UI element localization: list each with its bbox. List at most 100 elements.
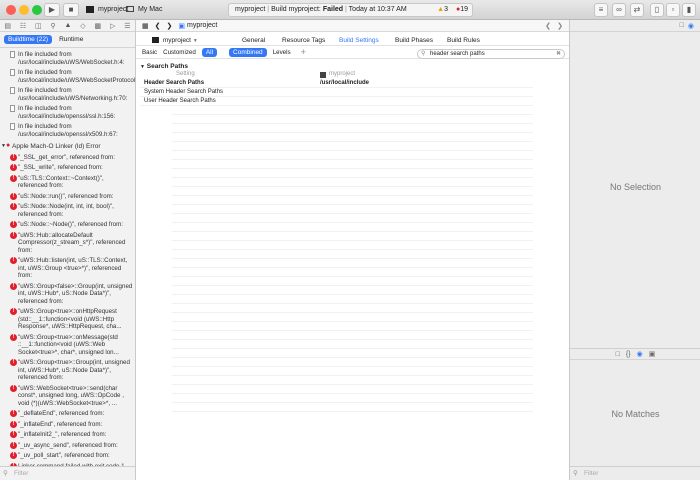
jump-forward-icon[interactable]: ❯ <box>557 22 563 30</box>
jump-warning-icon[interactable]: ❮ <box>545 22 551 30</box>
section-title: Search Paths <box>146 63 188 70</box>
settings-search-input[interactable]: ⚲ header search paths ✖ <box>417 49 565 59</box>
linker-error-item[interactable]: ! "_SSL_get_error", referenced from: <box>0 153 135 164</box>
scope-levels[interactable]: Levels <box>273 49 291 56</box>
linker-error-item[interactable]: ! "_SSL_write", referenced from: <box>0 163 135 174</box>
back-icon[interactable]: ❮ <box>155 22 161 30</box>
scheme-selector[interactable]: myproject <box>86 3 128 17</box>
tab-general[interactable]: General <box>242 37 265 44</box>
empty-row <box>172 286 533 295</box>
issue-note[interactable]: In file included from /usr/local/include… <box>0 86 135 104</box>
quick-help-icon[interactable]: ◉ <box>688 22 694 30</box>
linker-error-item[interactable]: ! "_inflateEnd", referenced from: <box>0 420 135 431</box>
assistant-editor-button[interactable]: ∞ <box>612 3 626 17</box>
target-selector[interactable]: myproject ▼ <box>152 37 198 44</box>
linker-error-item[interactable]: ! "uWS::Group<true>::onHttpRequest (std::… <box>0 307 135 333</box>
source-control-icon[interactable]: ☷ <box>20 22 26 30</box>
code-snippet-icon[interactable]: {} <box>626 351 631 358</box>
run-button[interactable]: ▶ <box>44 3 60 17</box>
toggle-navigator-button[interactable]: ▯ <box>650 3 664 17</box>
issue-note[interactable]: In file included from /usr/local/include… <box>0 122 135 140</box>
setting-row[interactable]: Header Search Paths/usr/local/include <box>140 79 533 88</box>
standard-editor-button[interactable]: ≡ <box>594 3 608 17</box>
issue-note[interactable]: In file included from /usr/local/include… <box>0 104 135 122</box>
error-text: "_SSL_get_error", referenced from: <box>18 153 115 161</box>
tab-runtime[interactable]: Runtime <box>55 35 87 44</box>
linker-error-item[interactable]: ! "uS::Node::~Node()", referenced from: <box>0 220 135 231</box>
toggle-debug-button[interactable]: ▫ <box>666 3 680 17</box>
linker-error-item[interactable]: ! "uWS::WebSocket<true>::send(char const*… <box>0 384 135 410</box>
issue-note-text: In file included from /usr/local/include… <box>18 51 125 66</box>
linker-error-item[interactable]: ! "uWS::Hub::allocateDefault Compressor(z… <box>0 231 135 257</box>
tab-build-rules[interactable]: Build Rules <box>447 37 480 44</box>
clear-search-icon[interactable]: ✖ <box>556 50 561 58</box>
destination-selector[interactable]: My Mac <box>126 3 162 17</box>
empty-row <box>172 133 533 142</box>
stop-button[interactable]: ■ <box>63 3 79 17</box>
toggle-inspector-button[interactable]: ▮ <box>682 3 696 17</box>
section-header[interactable]: ▼ Search Paths <box>136 59 569 70</box>
settings-rows: Header Search Paths/usr/local/include Sys… <box>136 79 569 106</box>
linker-error-item[interactable]: ! "_deflateEnd", referenced from: <box>0 409 135 420</box>
inspector-toolbar: □ ◉ <box>570 20 700 32</box>
empty-row <box>172 160 533 169</box>
library-filter[interactable]: ⚲ Filter <box>570 466 700 480</box>
related-items-icon[interactable]: ▦ <box>142 22 149 30</box>
report-icon[interactable]: ☰ <box>124 22 130 30</box>
linker-error-item[interactable]: ! "_uv_async_send", referenced from: <box>0 441 135 452</box>
file-template-icon[interactable]: □ <box>616 351 620 358</box>
symbol-icon[interactable]: ◫ <box>35 22 42 30</box>
tab-resource-tags[interactable]: Resource Tags <box>282 37 325 44</box>
minimize-window-button[interactable] <box>19 5 29 15</box>
folder-icon[interactable]: ▤ <box>4 22 11 30</box>
breakpoint-icon[interactable]: ▷ <box>110 22 115 30</box>
setting-row[interactable]: System Header Search Paths <box>140 88 533 97</box>
tab-buildtime[interactable]: Buildtime (22) <box>4 35 53 44</box>
linker-error-item[interactable]: ! "uWS::Group<true>::onMessage(std ::__1:… <box>0 333 135 359</box>
test-icon[interactable]: ◇ <box>80 22 85 30</box>
setting-row[interactable]: User Header Search Paths <box>140 97 533 106</box>
issue-group-title: Apple Mach-O Linker (ld) Error <box>12 143 101 150</box>
breadcrumb[interactable]: myproject <box>187 22 217 29</box>
linker-error-item[interactable]: ! "uWS::Hub::listen(int, uS::TLS::Context… <box>0 256 135 282</box>
add-setting-icon[interactable]: + <box>301 47 306 57</box>
version-editor-button[interactable]: ⇄ <box>630 3 644 17</box>
object-library-icon[interactable]: ◉ <box>637 350 643 358</box>
media-library-icon[interactable]: ▣ <box>649 350 656 358</box>
linker-error-item[interactable]: ! "uWS::Group<true>::Group(int, unsigned … <box>0 358 135 384</box>
linker-error-item[interactable]: ! "_uv_poll_start", referenced from: <box>0 451 135 462</box>
empty-row <box>172 385 533 394</box>
issue-list: In file included from /usr/local/include… <box>0 48 135 480</box>
linker-error-item[interactable]: ! "uWS::Group<false>::Group(int, unsigned… <box>0 282 135 308</box>
setting-value[interactable]: /usr/local/include <box>320 80 369 86</box>
disclosure-triangle-icon[interactable]: ▼ <box>140 64 145 70</box>
issue-note[interactable]: In file included from /usr/local/include… <box>0 68 135 86</box>
zoom-window-button[interactable] <box>32 5 42 15</box>
empty-row <box>172 295 533 304</box>
navigator-filter[interactable]: ⚲ Filter <box>0 466 135 480</box>
target-name: myproject <box>162 37 191 44</box>
linker-error-item[interactable]: ! "uS::Node::run()", referenced from: <box>0 192 135 203</box>
warning-badge[interactable]: ▲3 <box>437 4 448 16</box>
scope-customized[interactable]: Customized <box>163 49 196 56</box>
error-badge[interactable]: ●19 <box>456 4 468 16</box>
scope-all[interactable]: All <box>201 47 218 57</box>
scope-combined[interactable]: Combined <box>229 47 267 57</box>
tab-build-phases[interactable]: Build Phases <box>395 37 433 44</box>
warning-count: 3 <box>444 6 448 13</box>
linker-error-item[interactable]: ! "uS::TLS::Context::~Context()", referen… <box>0 174 135 192</box>
linker-error-item[interactable]: ! "_inflateInit2_", referenced from: <box>0 430 135 441</box>
link-icon: ∞ <box>616 5 622 14</box>
scope-basic[interactable]: Basic <box>142 49 157 56</box>
file-inspector-icon[interactable]: □ <box>680 22 684 29</box>
forward-icon[interactable]: ❯ <box>167 22 173 30</box>
issue-note[interactable]: In file included from /usr/local/include… <box>0 50 135 68</box>
target-icon <box>152 37 159 44</box>
tab-build-settings[interactable]: Build Settings <box>339 37 379 44</box>
search-icon[interactable]: ⚲ <box>50 22 55 30</box>
issue-group[interactable]: ▼ ● Apple Mach-O Linker (ld) Error <box>0 142 135 153</box>
linker-error-item[interactable]: ! "uS::Node::Node(int, int, int, bool)", … <box>0 202 135 220</box>
issue-warning-icon[interactable]: ▲ <box>64 22 71 29</box>
debug-icon[interactable]: ▩ <box>94 22 101 30</box>
close-window-button[interactable] <box>6 5 16 15</box>
